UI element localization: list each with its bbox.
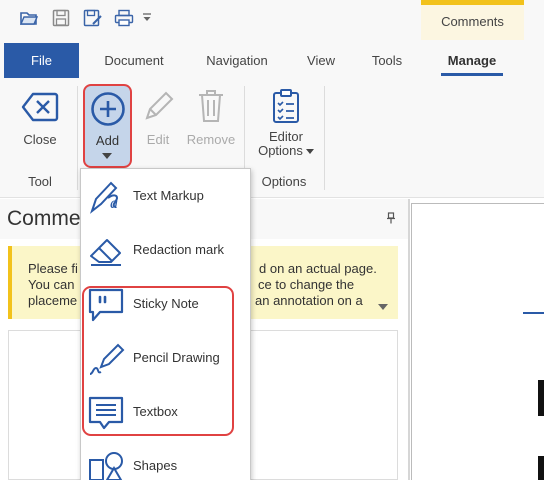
save-as-icon[interactable] [83, 8, 103, 28]
open-folder-icon[interactable] [19, 8, 39, 28]
options-group-label: Options [261, 174, 307, 189]
menu-item-shapes[interactable]: Shapes [81, 439, 250, 480]
tab-manage[interactable]: Manage [441, 41, 503, 79]
notice-text: You can [28, 277, 75, 292]
notice-text: an annotation on a [255, 293, 363, 308]
editor-options-label-text: Options [258, 143, 303, 158]
menu-item-text-markup[interactable]: a Text Markup [81, 169, 250, 223]
text-markup-icon: a [90, 181, 119, 214]
customize-dropdown-icon[interactable] [140, 8, 154, 28]
chevron-down-icon [305, 148, 314, 154]
edit-button[interactable]: Edit [140, 88, 176, 147]
group-separator [324, 86, 325, 190]
menu-item-label: Text Markup [133, 188, 204, 203]
tab-document[interactable]: Document [93, 41, 175, 79]
notice-text: Please fi [28, 261, 78, 276]
editor-options-label-line2: Options [258, 144, 314, 158]
shapes-icon [89, 452, 123, 480]
context-tab-label: Comments [441, 14, 504, 29]
notice-text: placeme [28, 293, 78, 308]
active-tab-underline [441, 73, 503, 76]
eraser-icon [90, 239, 121, 266]
close-button[interactable]: Close [12, 92, 68, 147]
svg-text:a: a [110, 195, 118, 212]
edit-pencil-icon [145, 91, 174, 120]
clipboard-checklist-icon [273, 89, 299, 123]
tab-view[interactable]: View [298, 41, 344, 79]
print-icon[interactable] [114, 8, 134, 28]
highlight-annotation-box [82, 286, 234, 436]
group-separator [77, 86, 78, 190]
chevron-down-icon [102, 153, 112, 159]
notice-text: d on an actual page. [259, 261, 377, 276]
add-button[interactable]: Add [83, 84, 132, 168]
add-circle-icon [91, 92, 125, 126]
document-page[interactable] [411, 203, 544, 480]
notice-text: ce to change the [258, 277, 355, 292]
add-button-label: Add [95, 133, 120, 148]
tab-manage-label: Manage [447, 52, 497, 68]
edit-button-label: Edit [146, 132, 170, 147]
tab-file[interactable]: File [4, 43, 79, 78]
menu-item-redaction-mark[interactable]: Redaction mark [81, 223, 250, 277]
tab-tools[interactable]: Tools [363, 41, 411, 79]
remove-button[interactable]: Remove [184, 88, 238, 147]
editor-options-label-line1: Editor [269, 129, 303, 144]
tab-navigation[interactable]: Navigation [193, 41, 281, 79]
page-glyph [538, 380, 544, 416]
panel-splitter[interactable] [408, 199, 410, 480]
tool-group-label: Tool [28, 174, 52, 189]
panel-title: Comme [7, 207, 81, 230]
menu-item-label: Shapes [133, 458, 178, 473]
context-tab-accent [421, 0, 524, 5]
page-glyph [538, 456, 544, 480]
remove-button-label: Remove [186, 132, 236, 147]
close-panel-icon [21, 92, 59, 122]
editor-options-button[interactable]: Editor Options [253, 88, 319, 158]
menu-item-label: Redaction mark [133, 242, 225, 257]
pin-icon[interactable] [386, 212, 396, 227]
close-button-label: Close [23, 132, 57, 147]
trash-icon [199, 90, 223, 122]
expand-notice-icon[interactable] [378, 304, 388, 310]
page-blue-rule [523, 312, 544, 314]
save-icon[interactable] [51, 8, 71, 28]
